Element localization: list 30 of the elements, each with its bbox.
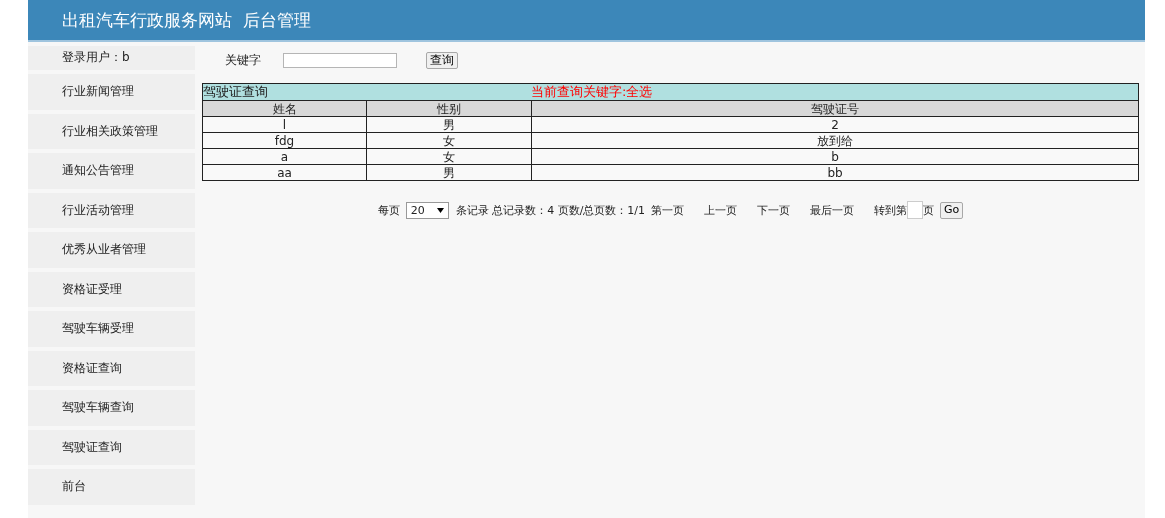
sidebar-item[interactable]: 行业活动管理 [28,192,195,228]
site-title: 出租汽车行政服务网站 后台管理 [62,8,311,32]
page-summary: 条记录 总记录数：4 页数/总页数：1/1 [455,202,646,218]
sidebar-item[interactable]: 前台 [28,469,195,505]
sidebar-item[interactable]: 通知公告管理 [28,153,195,189]
per-page-select[interactable]: 20 [405,201,449,219]
caret-icon [436,207,444,213]
sidebar-item[interactable]: 行业新闻管理 [28,74,195,110]
sidebar-item[interactable]: 行业相关政策管理 [28,113,195,149]
sidebar-item[interactable]: 资格证查询 [28,350,195,386]
keyword-label: 关键字 [225,51,262,69]
per-page-label: 每页 [377,202,400,218]
table-title: 驾驶证查询 [203,85,269,99]
next-page-link[interactable]: 下一页 [757,202,791,218]
keyword-field[interactable] [283,52,397,68]
sidebar-item[interactable]: 驾驶证查询 [28,429,195,465]
search-button[interactable]: 查询 [426,51,458,69]
goto-label: 转到第 [874,202,908,218]
sidebar-item[interactable]: 优秀从业者管理 [28,232,195,268]
sidebar-item[interactable]: 驾驶车辆受理 [28,311,195,347]
go-button[interactable]: Go [940,201,964,219]
keyword-note: 当前查询关键字:全选 [531,85,653,99]
last-page-link[interactable]: 最后一页 [810,202,855,218]
page-suffix: 页 [923,202,935,218]
sidebar-item[interactable]: 驾驶车辆查询 [28,390,195,426]
login-user: 登录用户：b [28,46,195,70]
first-page-link[interactable]: 第一页 [651,202,685,218]
sidebar-item[interactable]: 资格证受理 [28,271,195,307]
previous-page-link[interactable]: 上一页 [704,202,738,218]
page-number-field[interactable] [907,201,924,219]
